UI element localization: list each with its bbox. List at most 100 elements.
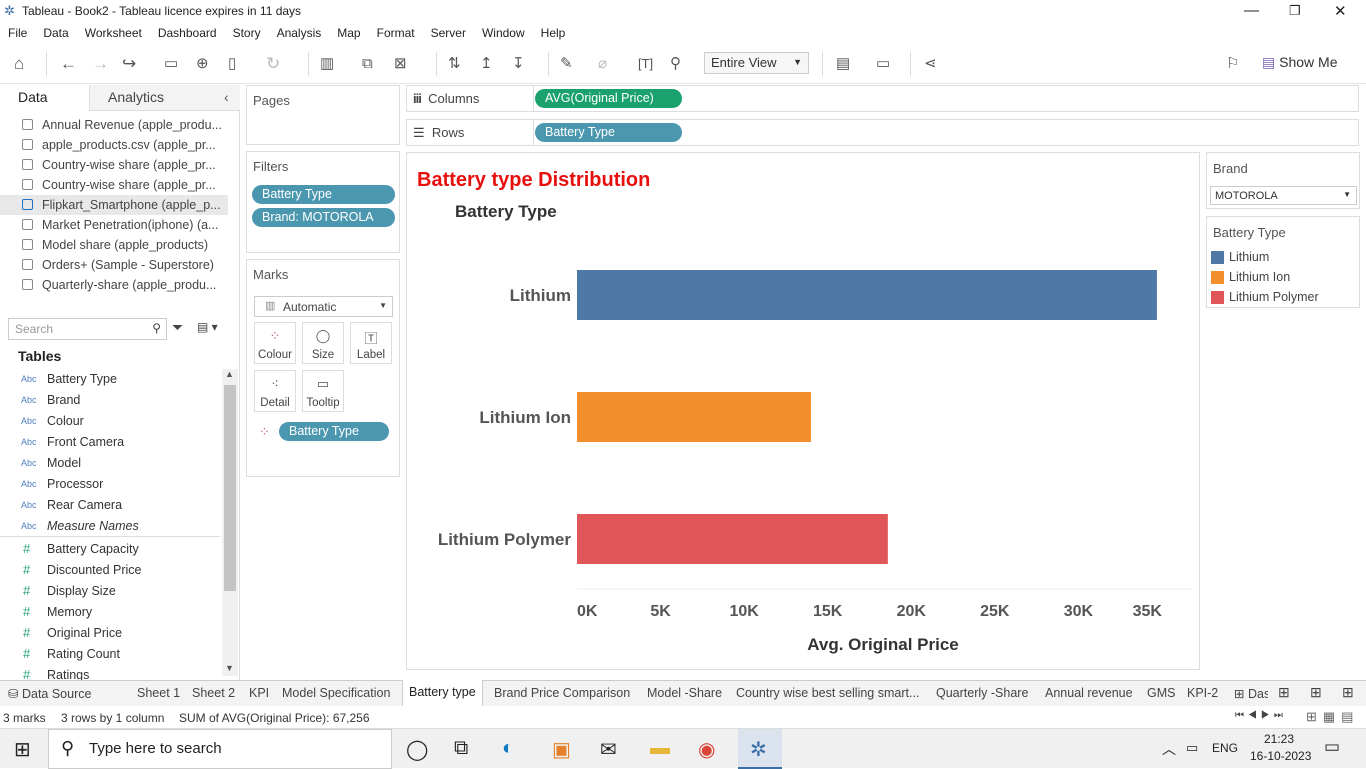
tab-sheet-active[interactable]: Battery type <box>402 680 483 707</box>
data-source-item[interactable]: apple_products.csv (apple_pr... <box>0 135 228 155</box>
size-button[interactable]: ◯ Size <box>302 322 344 364</box>
new-worksheet-icon[interactable]: ▥ <box>320 54 334 74</box>
tab-dashboard[interactable]: ⊞ Das <box>1234 681 1268 706</box>
view-options-icon[interactable]: ▤ ▾ <box>197 320 218 334</box>
tab-sheet[interactable]: Model -Share <box>647 681 722 706</box>
tab-data-source[interactable]: ⛁ Data Source <box>8 681 91 706</box>
measure-field[interactable]: # Rating Count <box>0 644 220 665</box>
dimension-field[interactable]: Abc Brand <box>0 390 220 411</box>
tab-analytics[interactable]: Analytics <box>89 85 240 111</box>
tab-sheet[interactable]: Quarterly -Share <box>936 681 1028 706</box>
brand-filter-select[interactable]: MOTOROLA ▼ <box>1210 186 1357 205</box>
menu-data[interactable]: Data <box>35 24 76 40</box>
new-dashboard-icon[interactable]: ⊞ <box>1310 684 1322 701</box>
scrollbar[interactable]: ▲ ▼ <box>222 369 238 676</box>
menu-window[interactable]: Window <box>474 24 533 40</box>
sort-ascending-icon[interactable]: ↥ <box>480 54 493 74</box>
edge-icon[interactable]: ◐ <box>502 737 514 760</box>
new-worksheet-icon[interactable]: ⊞ <box>1278 684 1290 701</box>
menu-worksheet[interactable]: Worksheet <box>77 24 150 40</box>
pages-card[interactable]: Pages <box>246 85 400 145</box>
data-source-item[interactable]: Model share (apple_products) <box>0 235 228 255</box>
share-icon[interactable]: ⋖ <box>924 54 937 74</box>
menu-file[interactable]: File <box>0 24 35 40</box>
data-source-item[interactable]: Market Penetration(iphone) (a... <box>0 215 228 235</box>
scroll-down-icon[interactable]: ▼ <box>225 663 234 673</box>
field-search-input[interactable]: Search ⚲ <box>8 318 167 340</box>
menu-map[interactable]: Map <box>329 24 368 40</box>
label-button[interactable]: 🅃 Label <box>350 322 392 364</box>
dimension-field[interactable]: Abc Model <box>0 453 220 474</box>
duplicate-icon[interactable]: ⧉ <box>362 54 373 74</box>
data-source-item[interactable]: Orders+ (Sample - Superstore) <box>0 255 228 275</box>
data-source-item[interactable]: Country-wise share (apple_pr... <box>0 155 228 175</box>
clear-sheet-icon[interactable]: ⊠ <box>394 54 407 74</box>
save-icon[interactable]: ▭ <box>164 54 178 74</box>
tab-sheet[interactable]: Sheet 1 <box>137 681 180 706</box>
show-cards-icon[interactable]: ▤ <box>836 54 850 74</box>
data-source-item[interactable]: Country-wise share (apple_pr... <box>0 175 228 195</box>
bar-mark[interactable] <box>577 392 811 442</box>
format-painter-icon[interactable]: ⚐ <box>1226 54 1239 74</box>
close-icon[interactable]: ✕ <box>1334 2 1347 20</box>
fit-view-select[interactable]: Entire View ▼ <box>704 52 809 74</box>
show-me-button[interactable]: ▤ Show Me <box>1262 54 1337 71</box>
tooltip-button[interactable]: ▭ Tooltip <box>302 370 344 412</box>
legend-item[interactable]: Lithium Polymer <box>1229 290 1319 304</box>
menu-analysis[interactable]: Analysis <box>269 24 330 40</box>
legend-item[interactable]: Lithium Ion <box>1229 270 1290 284</box>
pause-updates-icon[interactable]: ▯ <box>228 54 236 74</box>
tab-sheet[interactable]: KPI <box>249 681 269 706</box>
menu-story[interactable]: Story <box>225 24 269 40</box>
tab-sheet[interactable]: Sheet 2 <box>192 681 235 706</box>
store-icon[interactable]: ▣ <box>552 737 571 762</box>
replay-icon[interactable]: ↪ <box>122 54 136 74</box>
measure-field[interactable]: # Ratings <box>0 665 220 680</box>
dimension-field[interactable]: Abc Front Camera <box>0 432 220 453</box>
swap-icon[interactable]: ⇅ <box>448 54 461 74</box>
chrome-icon[interactable]: ◉ <box>698 737 715 762</box>
dimension-field[interactable]: Abc Rear Camera <box>0 495 220 516</box>
cortana-icon[interactable]: ◯ <box>406 737 428 762</box>
highlight-icon[interactable]: ✎ <box>560 54 573 74</box>
menu-dashboard[interactable]: Dashboard <box>150 24 225 40</box>
measure-field[interactable]: # Original Price <box>0 623 220 644</box>
rows-pill[interactable]: Battery Type <box>535 123 682 142</box>
task-view-icon[interactable]: ⧉ <box>454 737 468 760</box>
home-icon[interactable]: ⌂ <box>14 54 24 74</box>
rows-shelf[interactable]: ☰ Rows Battery Type <box>406 119 1359 146</box>
columns-shelf[interactable]: iii Columns AVG(Original Price) <box>406 85 1359 112</box>
file-explorer-icon[interactable]: ▬ <box>650 737 670 760</box>
mail-icon[interactable]: ✉ <box>600 737 617 762</box>
menu-format[interactable]: Format <box>369 24 423 40</box>
tab-data[interactable]: Data <box>0 85 89 111</box>
sort-descending-icon[interactable]: ↧ <box>512 54 525 74</box>
redo-icon[interactable]: → <box>92 54 109 74</box>
menu-server[interactable]: Server <box>423 24 474 40</box>
filter-pill-battery-type[interactable]: Battery Type <box>252 185 395 204</box>
colour-button[interactable]: ⁘ Colour <box>254 322 296 364</box>
scroll-up-icon[interactable]: ▲ <box>225 369 234 379</box>
restore-icon[interactable]: ❐ <box>1289 3 1301 19</box>
new-datasource-icon[interactable]: ⊕ <box>196 54 209 74</box>
bar-mark[interactable] <box>577 514 888 564</box>
legend-item[interactable]: Lithium <box>1229 250 1269 264</box>
presentation-icon[interactable]: ▭ <box>876 54 890 74</box>
scrollbar-thumb[interactable] <box>224 385 236 591</box>
data-source-item[interactable]: Annual Revenue (apple_produ... <box>0 115 228 135</box>
mark-type-select[interactable]: ▥ Automatic ▼ <box>254 296 393 317</box>
tab-sheet[interactable]: KPI-2 <box>1187 681 1218 706</box>
filters-card[interactable]: Filters Battery Type Brand: MOTOROLA <box>246 151 400 253</box>
group-icon[interactable]: ⌀ <box>598 54 607 74</box>
collapse-pane-icon[interactable]: ‹ <box>224 89 229 105</box>
tab-sheet[interactable]: Brand Price Comparison <box>494 681 630 706</box>
tableau-taskbar-button[interactable]: ✲ <box>738 729 782 769</box>
tab-sheet[interactable]: Model Specification <box>282 681 390 706</box>
dimension-field[interactable]: Abc Colour <box>0 411 220 432</box>
chevron-up-icon[interactable]: ︿ <box>1162 739 1176 759</box>
network-icon[interactable]: ▭ <box>1186 740 1198 756</box>
measure-field[interactable]: # Memory <box>0 602 220 623</box>
clock-time[interactable]: 21:23 <box>1264 732 1294 746</box>
dimension-field[interactable]: Abc Battery Type <box>0 369 220 390</box>
bar-mark[interactable] <box>577 270 1157 320</box>
